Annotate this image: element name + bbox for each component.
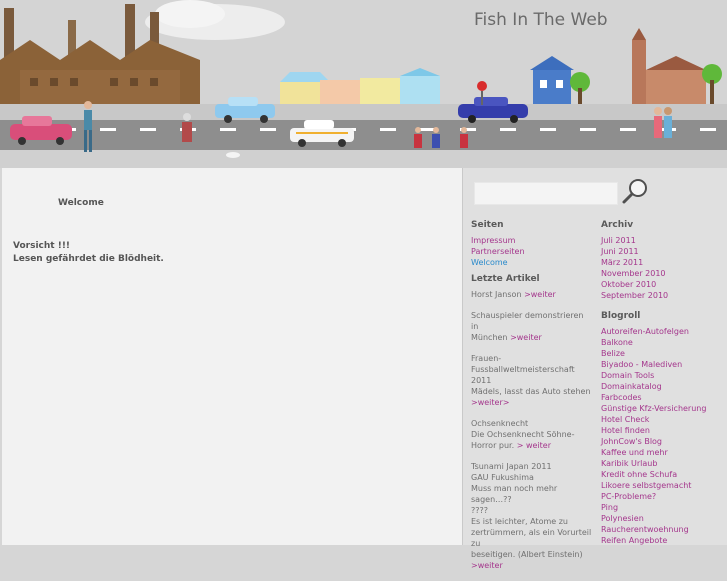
warning-line: Vorsicht !!! [13,241,71,251]
article-teaser: Frauen- Fussballweltmeisterschaft 2011 Mäd… [471,353,593,408]
blogroll-link[interactable]: Balkone [601,337,725,348]
article-teaser-text: Horror pur. [471,441,515,450]
blogroll-list: Autoreifen-Autofelgen Balkone Belize Biyado… [601,326,725,546]
blogroll-link[interactable]: Kaffee und mehr [601,447,725,458]
article-teaser-text: Muss man noch mehr sagen…?? [471,484,558,504]
blogroll-link[interactable]: Raucherentwoehnung [601,524,725,535]
article-teaser-text: beseitigen. (Albert Einstein) [471,550,583,559]
blogroll-link[interactable]: Hotel Check [601,414,725,425]
page-title: Welcome [58,198,104,208]
sidebar-page-link[interactable]: Partnerseiten [471,246,593,257]
article-more-link[interactable]: >weiter [471,561,503,570]
site-title[interactable]: Fish In The Web [474,10,608,30]
article-teaser-text: Mädels, lasst das Auto stehen [471,387,591,396]
blogroll-link[interactable]: Farbcodes [601,392,725,403]
main-content: Welcome Vorsicht !!! Lesen gefährdet die… [2,168,463,545]
blogroll-link[interactable]: Karibik Urlaub [601,458,725,469]
section-title-archiv: Archiv [601,220,634,230]
blogroll-link[interactable]: Polynesien [601,513,725,524]
search-icon [622,179,647,204]
article-teaser-text: Frauen- [471,354,502,363]
article-teaser-text: Es ist leichter, Atome zu [471,517,568,526]
blogroll-link[interactable]: PC-Probleme? [601,491,725,502]
article-teaser-text: Tsunami Japan 2011 [471,462,552,471]
blogroll-link[interactable]: Ping [601,502,725,513]
article-teaser-text: zertrümmern, als ein Vorurteil zu [471,528,592,548]
section-title-seiten: Seiten [471,220,504,230]
sidebar-page-link[interactable]: Welcome [471,257,593,268]
sidebar-left-column: Seiten Impressum Partnerseiten Welcome Let… [471,220,593,581]
section-title-letzte-artikel: Letzte Artikel [471,274,540,284]
blogroll-link[interactable]: Domainkatalog [601,381,725,392]
blogroll-link[interactable]: Likoere selbstgemacht [601,480,725,491]
blogroll-link[interactable]: Biyadoo - Malediven [601,359,725,370]
blogroll-link[interactable]: Domain Tools [601,370,725,381]
sidebar: Seiten Impressum Partnerseiten Welcome Let… [463,168,727,570]
article-teaser-text: Ochsenknecht [471,419,529,428]
blogroll-link[interactable]: Günstige Kfz-Versicherung [601,403,725,414]
blogroll-link[interactable]: Autoreifen-Autofelgen [601,326,725,337]
warning-text: Vorsicht !!! Lesen gefährdet die Blödhei… [13,240,164,266]
article-teaser: Schauspieler demonstrieren in München >we… [471,310,593,343]
article-more-link[interactable]: > weiter [517,441,551,450]
archive-link[interactable]: Juli 2011 [601,235,725,246]
archive-link[interactable]: Oktober 2010 [601,279,725,290]
archive-link[interactable]: November 2010 [601,268,725,279]
archive-link[interactable]: September 2010 [601,290,725,301]
article-teaser-text: Die Ochsenknecht Söhne- [471,430,575,439]
article-teaser-text: Horst Janson [471,290,522,299]
article-more-link[interactable]: >weiter> [471,398,509,407]
archive-link[interactable]: März 2011 [601,257,725,268]
search-input[interactable] [474,182,618,205]
street-scene-illustration [0,0,727,168]
artikel-list: Horst Janson >weiter Schauspieler demonst… [471,289,593,571]
sidebar-right-column: Archiv Juli 2011 Juni 2011 März 2011 Novemb… [601,220,725,546]
blogroll-link[interactable]: Hotel finden [601,425,725,436]
article-teaser-text: GAU Fukushima [471,473,534,482]
article-teaser-text: Fussballweltmeisterschaft 2011 [471,365,575,385]
warning-line: Lesen gefährdet die Blödheit. [13,254,164,264]
article-teaser: Horst Janson >weiter [471,289,593,300]
blogroll-link[interactable]: JohnCow's Blog [601,436,725,447]
article-teaser: Tsunami Japan 2011 GAU Fukushima Muss man … [471,461,593,571]
article-teaser: Ochsenknecht Die Ochsenknecht Söhne- Horro… [471,418,593,451]
blogroll-link[interactable]: Belize [601,348,725,359]
archive-link[interactable]: Juni 2011 [601,246,725,257]
article-teaser-text: Schauspieler demonstrieren in [471,311,584,331]
archiv-list: Juli 2011 Juni 2011 März 2011 November 2010… [601,235,725,301]
section-title-blogroll: Blogroll [601,311,641,321]
header-banner: Fish In The Web [0,0,727,168]
search-button[interactable] [621,177,651,205]
seiten-list: Impressum Partnerseiten Welcome [471,235,593,268]
article-more-link[interactable]: >weiter [510,333,542,342]
article-teaser-text: ???? [471,506,488,515]
article-teaser-text: München [471,333,508,342]
sidebar-page-link[interactable]: Impressum [471,235,593,246]
blogroll-link[interactable]: Reifen Angebote [601,535,725,546]
article-more-link[interactable]: >weiter [524,290,556,299]
blogroll-link[interactable]: Kredit ohne Schufa [601,469,725,480]
